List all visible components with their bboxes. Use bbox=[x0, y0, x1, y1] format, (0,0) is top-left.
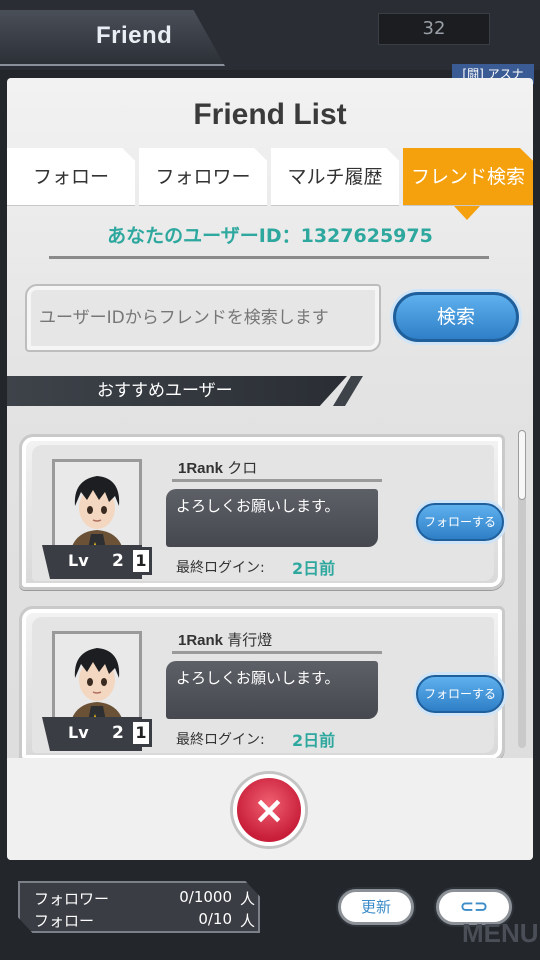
level-label: Lv bbox=[68, 723, 89, 742]
last-login-value: 2日前 bbox=[292, 559, 336, 578]
screen-title: Friend bbox=[96, 22, 173, 49]
user-comment: よろしくお願いします。 bbox=[166, 661, 378, 719]
section-title: おすすめユーザー bbox=[97, 381, 233, 401]
active-tab-pointer bbox=[454, 206, 480, 220]
divider bbox=[49, 256, 489, 259]
rarity-badge: 1 bbox=[130, 547, 152, 575]
user-id-label: あなたのユーザーID：1327625975 bbox=[107, 225, 433, 247]
follow-button[interactable]: フォローする bbox=[416, 675, 504, 713]
followers-label: フォロワー bbox=[34, 890, 110, 908]
card-body: Lv 2 1 1Rank クロ よろしくお願いします。 フォローする 最終ログイ… bbox=[32, 445, 504, 581]
level-bar bbox=[42, 717, 142, 751]
search-input[interactable] bbox=[37, 296, 371, 340]
followers-stat: フォロワー 0/1000 人 bbox=[34, 888, 256, 910]
level-value: 2 bbox=[112, 551, 124, 571]
section-header: おすすめユーザー bbox=[7, 376, 347, 406]
list-item: Lv 2 1 1Rank 青行燈 よろしくお願いします。 フォローする 最終ログ… bbox=[19, 606, 505, 758]
search-field-frame bbox=[25, 284, 381, 352]
follow-button[interactable]: フォローする bbox=[416, 503, 504, 541]
menu-label[interactable]: MENU bbox=[462, 918, 539, 949]
tab-follow[interactable]: フォロー bbox=[7, 148, 135, 206]
list-item: Lv 2 1 1Rank クロ よろしくお願いします。 フォローする 最終ログイ… bbox=[19, 434, 505, 590]
dialog-title: Friend List bbox=[193, 98, 347, 131]
screen-title-plate: Friend bbox=[0, 10, 225, 66]
top-counter: 32 bbox=[378, 13, 490, 45]
rank-name-line: 1Rank 青行燈 bbox=[178, 629, 272, 650]
user-name: クロ bbox=[227, 460, 258, 477]
rank-name-line: 1Rank クロ bbox=[178, 457, 257, 478]
card-body: Lv 2 1 1Rank 青行燈 よろしくお願いします。 フォローする 最終ログ… bbox=[32, 617, 504, 753]
friend-stats-panel: フォロワー 0/1000 人 フォロー 0/10 人 bbox=[18, 881, 260, 933]
user-name: 青行燈 bbox=[227, 632, 273, 649]
followers-unit: 人 bbox=[240, 890, 256, 908]
last-login-label: 最終ログイン: bbox=[176, 732, 265, 748]
close-button[interactable]: × bbox=[233, 774, 305, 846]
search-button[interactable]: 検索 bbox=[393, 292, 519, 342]
friend-list-dialog: Friend List フォロー フォロワー マルチ履歴 フレンド検索 あなたの… bbox=[7, 78, 533, 860]
name-underline bbox=[172, 651, 382, 654]
level-label: Lv bbox=[68, 551, 89, 570]
refresh-button[interactable]: 更新 bbox=[338, 889, 414, 925]
user-list[interactable]: Lv 2 1 1Rank クロ よろしくお願いします。 フォローする 最終ログイ… bbox=[7, 428, 533, 758]
name-underline bbox=[172, 479, 382, 482]
rank-label: 1Rank bbox=[178, 632, 224, 649]
rarity-badge: 1 bbox=[130, 719, 152, 747]
following-unit: 人 bbox=[240, 912, 256, 930]
last-login-value: 2日前 bbox=[292, 731, 336, 750]
following-stat: フォロー 0/10 人 bbox=[34, 910, 256, 932]
followers-value: 0/1000 bbox=[179, 888, 232, 906]
tab-friend-search[interactable]: フレンド検索 bbox=[403, 148, 533, 206]
following-value: 0/10 bbox=[198, 910, 232, 928]
tab-multi-history[interactable]: マルチ履歴 bbox=[271, 148, 399, 206]
tab-followers[interactable]: フォロワー bbox=[139, 148, 267, 206]
scrollbar-thumb[interactable] bbox=[518, 430, 526, 500]
top-bar: Friend 32 bbox=[0, 0, 540, 70]
following-label: フォロー bbox=[34, 912, 95, 930]
level-bar bbox=[42, 545, 142, 579]
close-icon: × bbox=[253, 788, 285, 832]
last-login-label: 最終ログイン: bbox=[176, 560, 265, 576]
tab-bar: フォロー フォロワー マルチ履歴 フレンド検索 bbox=[7, 148, 533, 208]
list-scrollbar[interactable] bbox=[518, 430, 526, 748]
user-comment: よろしくお願いします。 bbox=[166, 489, 378, 547]
level-value: 2 bbox=[112, 723, 124, 743]
rank-label: 1Rank bbox=[178, 460, 224, 477]
